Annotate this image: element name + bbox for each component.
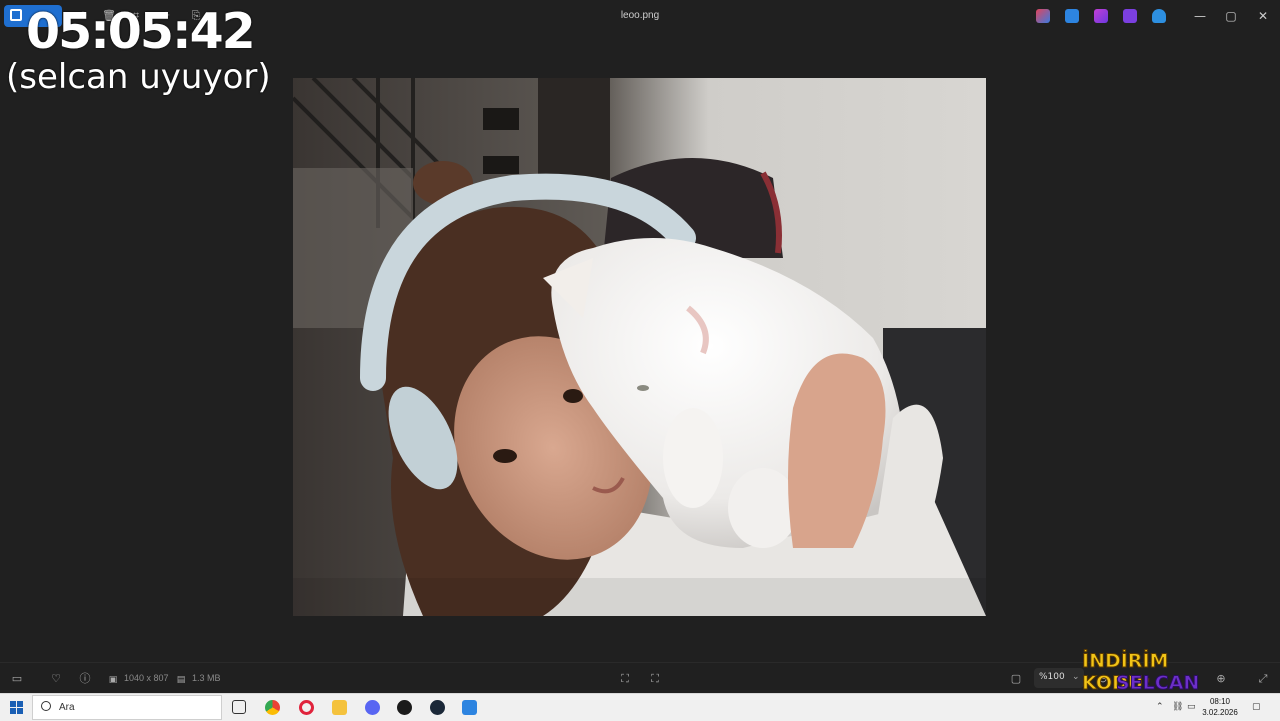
chrome-icon[interactable]	[265, 700, 280, 715]
chevron-up-icon[interactable]: ⌃	[1156, 702, 1164, 712]
photos-icon[interactable]	[462, 700, 477, 715]
stream-status-text: (selcan uyuyor)	[6, 57, 271, 97]
clock-date: 3.02.2026	[1202, 708, 1238, 717]
dimensions-icon: ▣	[108, 675, 118, 685]
start-icon[interactable]	[10, 701, 23, 714]
app-icon[interactable]	[397, 700, 412, 715]
zoom-select[interactable]: %100 ⌄	[1034, 668, 1084, 688]
video-editor-icon[interactable]	[1123, 9, 1137, 23]
favorite-icon[interactable]: ♡	[49, 672, 63, 686]
clock-time: 08:10	[1209, 697, 1231, 706]
file-explorer-icon[interactable]	[332, 700, 347, 715]
task-view-icon[interactable]	[232, 700, 246, 714]
close-button[interactable]: ✕	[1254, 8, 1272, 24]
expand-icon[interactable]: ⤢	[1256, 672, 1270, 686]
info-icon[interactable]: ⓘ	[78, 672, 92, 686]
discord-icon[interactable]	[365, 700, 380, 715]
fullscreen-icon[interactable]: ⛶	[648, 672, 662, 686]
promo-line-2: SELCAN	[1115, 672, 1200, 695]
taskbar: Ara ⌃ ⛓ ▭ 08:10 3.02.2026 ▢	[0, 693, 1280, 721]
opera-icon[interactable]	[299, 700, 314, 715]
stream-timer: 05:05:42	[26, 3, 256, 60]
fit-icon[interactable]: ⛶	[618, 672, 632, 686]
copilot-icon[interactable]	[1036, 9, 1050, 23]
image-dimensions: 1040 x 807	[124, 673, 169, 683]
minimize-button[interactable]: —	[1191, 8, 1209, 24]
chevron-down-icon: ⌄	[1072, 672, 1080, 682]
clipchamp-icon[interactable]	[1094, 9, 1108, 23]
steam-icon[interactable]	[430, 700, 445, 715]
onedrive-icon[interactable]	[1152, 9, 1166, 23]
notifications-icon[interactable]: ▢	[1252, 702, 1261, 712]
file-size: 1.3 MB	[192, 673, 221, 683]
network-icon[interactable]: ⛓	[1172, 702, 1183, 712]
zoom-value: %100	[1039, 672, 1065, 682]
search-icon	[41, 701, 51, 711]
filmstrip-icon[interactable]: ▭	[10, 672, 24, 686]
search-placeholder: Ara	[59, 702, 75, 713]
photo-illustration	[293, 78, 986, 616]
displayed-photo	[293, 78, 986, 616]
file-size-icon: ▤	[176, 675, 186, 685]
taskbar-clock[interactable]: 08:10 3.02.2026	[1198, 696, 1242, 718]
maximize-button[interactable]: ▢	[1222, 8, 1240, 24]
actual-size-icon[interactable]: ▢	[1009, 672, 1023, 686]
paint-icon[interactable]	[1065, 9, 1079, 23]
taskbar-search[interactable]: Ara	[32, 695, 222, 720]
display-icon[interactable]: ▭	[1187, 702, 1196, 712]
